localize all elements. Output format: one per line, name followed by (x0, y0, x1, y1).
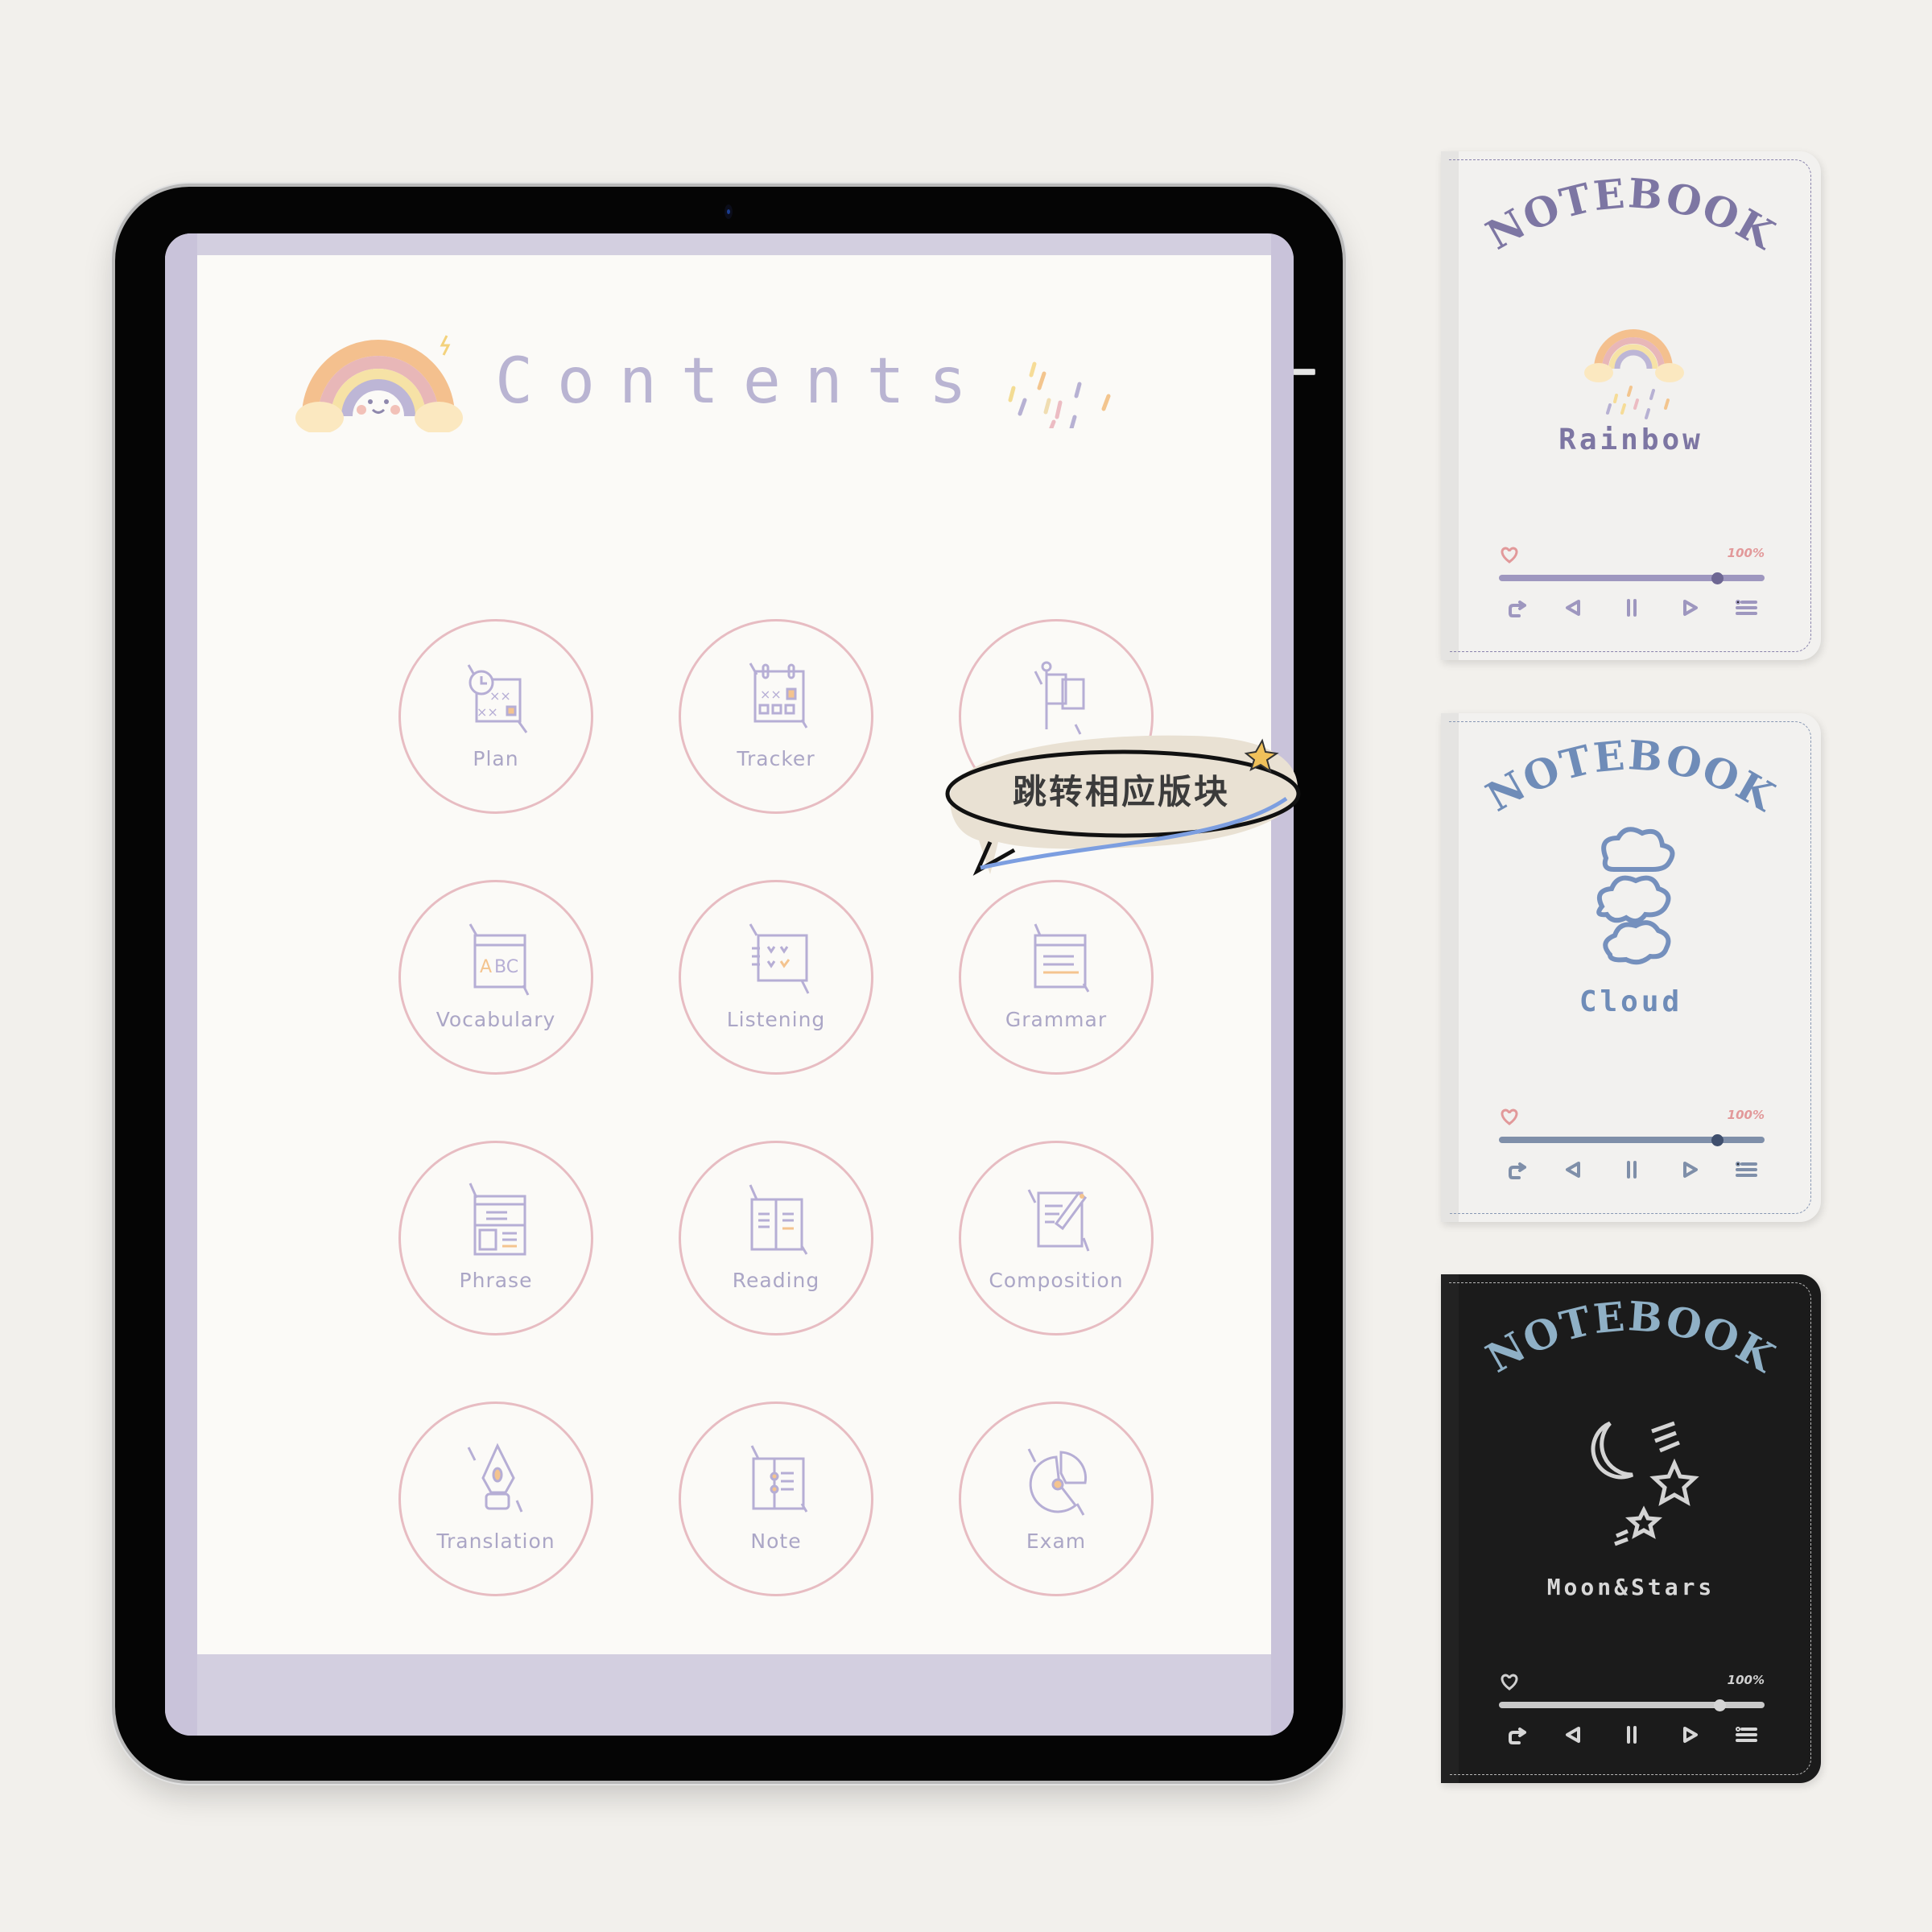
previous-icon[interactable] (1563, 597, 1587, 618)
callout-text: 跳转相应版块 (1012, 772, 1230, 811)
svg-text:BC: BC (494, 957, 518, 977)
progress-slider[interactable] (1499, 1130, 1765, 1148)
menu-item-tracker[interactable]: ×× Tracker (679, 619, 873, 814)
notebook-cover-rainbow[interactable]: NOTEBOOK Rainbow 100% (1441, 151, 1821, 660)
svg-text:NOTEBOOK: NOTEBOOK (1478, 169, 1784, 256)
pause-icon[interactable] (1620, 597, 1644, 618)
pie-chart-icon (1027, 1448, 1088, 1516)
slider-track (1499, 575, 1765, 581)
menu-item-grammar[interactable]: Grammar (959, 880, 1154, 1075)
svg-text:NOTEBOOK: NOTEBOOK (1478, 1292, 1784, 1379)
calendar-grid-icon: ×× (749, 663, 808, 729)
repeat-icon[interactable] (1505, 597, 1530, 618)
svg-text:NOTEBOOK: NOTEBOOK (1478, 731, 1784, 818)
newspaper-icon (469, 1183, 526, 1256)
checklist-icon (749, 923, 810, 994)
tablet-screen: Contents ×× ×× Plan ×× Tracker A BC Voca… (165, 233, 1294, 1736)
fountain-pen-icon (467, 1443, 523, 1513)
music-player: 100% (1499, 546, 1765, 618)
moon-stars-illustration (1591, 1421, 1699, 1546)
menu-label: Exam (1026, 1530, 1087, 1553)
heart-icon[interactable] (1499, 1673, 1520, 1690)
notebook-cover-moonstars[interactable]: NOTEBOOK Moon&Stars 100% (1441, 1274, 1821, 1783)
cover-title-arc: NOTEBOOK (1478, 731, 1784, 818)
menu-item-exam[interactable]: Exam (959, 1402, 1154, 1596)
menu-item-listening[interactable]: Listening (679, 880, 873, 1075)
repeat-icon[interactable] (1505, 1724, 1530, 1745)
playlist-icon[interactable] (1734, 597, 1758, 618)
menu-item-translation[interactable]: Translation (398, 1402, 593, 1596)
open-book-icon (749, 1184, 808, 1255)
playlist-icon[interactable] (1734, 1159, 1758, 1180)
music-player: 100% (1499, 1108, 1765, 1180)
notebook-icon (750, 1445, 808, 1513)
previous-icon[interactable] (1563, 1724, 1587, 1745)
menu-item-note[interactable]: Note (679, 1402, 873, 1596)
menu-label: Note (750, 1530, 802, 1553)
menu-item-reading[interactable]: Reading (679, 1141, 873, 1335)
volume-text: 100% (1727, 1108, 1765, 1122)
menu-label: Vocabulary (436, 1008, 556, 1031)
cover-title-arc: NOTEBOOK (1478, 169, 1784, 256)
menu-label: Grammar (1005, 1008, 1108, 1031)
repeat-icon[interactable] (1505, 1159, 1530, 1180)
slider-thumb[interactable] (1713, 1699, 1726, 1711)
slider-thumb[interactable] (1711, 572, 1724, 584)
menu-label: Plan (473, 747, 519, 770)
music-player: 100% (1499, 1673, 1765, 1745)
cover-name: Rainbow (1558, 423, 1703, 456)
slider-thumb[interactable] (1711, 1134, 1724, 1146)
volume-text: 100% (1727, 546, 1765, 560)
next-icon[interactable] (1677, 1159, 1701, 1180)
pause-icon[interactable] (1620, 1159, 1644, 1180)
progress-slider[interactable] (1499, 568, 1765, 586)
menu-label: Reading (732, 1269, 820, 1292)
front-camera (724, 204, 733, 219)
progress-slider[interactable] (1499, 1695, 1765, 1713)
menu-item-vocabulary[interactable]: A BC Vocabulary (398, 880, 593, 1075)
next-icon[interactable] (1677, 597, 1701, 618)
contents-page: Contents ×× ×× Plan ×× Tracker A BC Voca… (197, 255, 1271, 1654)
menu-label: Translation (436, 1530, 555, 1553)
document-window-icon (1034, 923, 1090, 993)
pencil-paper-icon (1027, 1189, 1090, 1252)
cloud-illustration (1596, 827, 1675, 965)
menu-item-composition[interactable]: Composition (959, 1141, 1154, 1335)
volume-text: 100% (1727, 1673, 1765, 1687)
menu-label: Phrase (459, 1269, 533, 1292)
menu-label: Composition (989, 1269, 1124, 1292)
tablet-device: Contents ×× ×× Plan ×× Tracker A BC Voca… (115, 187, 1343, 1781)
svg-text:××: ×× (477, 704, 498, 720)
heart-icon[interactable] (1499, 1108, 1520, 1125)
pause-icon[interactable] (1620, 1724, 1644, 1745)
notebook-cover-cloud[interactable]: NOTEBOOK Cloud 100% (1441, 713, 1821, 1222)
cover-title-arc: NOTEBOOK (1478, 1292, 1784, 1379)
cover-name: Cloud (1579, 985, 1683, 1018)
svg-text:A: A (480, 957, 492, 977)
power-button (1293, 369, 1315, 375)
player-controls (1499, 1159, 1765, 1180)
slider-track (1499, 1137, 1765, 1143)
page-left-margin (165, 233, 197, 1736)
cover-name: Moon&Stars (1546, 1574, 1715, 1600)
heart-icon[interactable] (1499, 546, 1520, 564)
player-controls (1499, 597, 1765, 618)
next-icon[interactable] (1677, 1724, 1701, 1745)
abc-window-icon: A BC (469, 923, 530, 996)
menu-item-phrase[interactable]: Phrase (398, 1141, 593, 1335)
player-controls (1499, 1724, 1765, 1745)
menu-item-plan[interactable]: ×× ×× Plan (398, 619, 593, 814)
previous-icon[interactable] (1563, 1159, 1587, 1180)
menu-label: Tracker (737, 747, 815, 770)
svg-text:××: ×× (760, 687, 782, 702)
svg-text:××: ×× (489, 688, 511, 704)
navigation-callout: 跳转相应版块 (934, 721, 1312, 882)
page-right-margin (1271, 233, 1294, 1736)
menu-label: Listening (726, 1008, 826, 1031)
playlist-icon[interactable] (1734, 1724, 1758, 1745)
rainbow-illustration (1584, 329, 1684, 419)
contents-grid: ×× ×× Plan ×× Tracker A BC Vocabulary Li… (197, 255, 1271, 1654)
calendar-clock-icon: ×××× (467, 664, 528, 733)
